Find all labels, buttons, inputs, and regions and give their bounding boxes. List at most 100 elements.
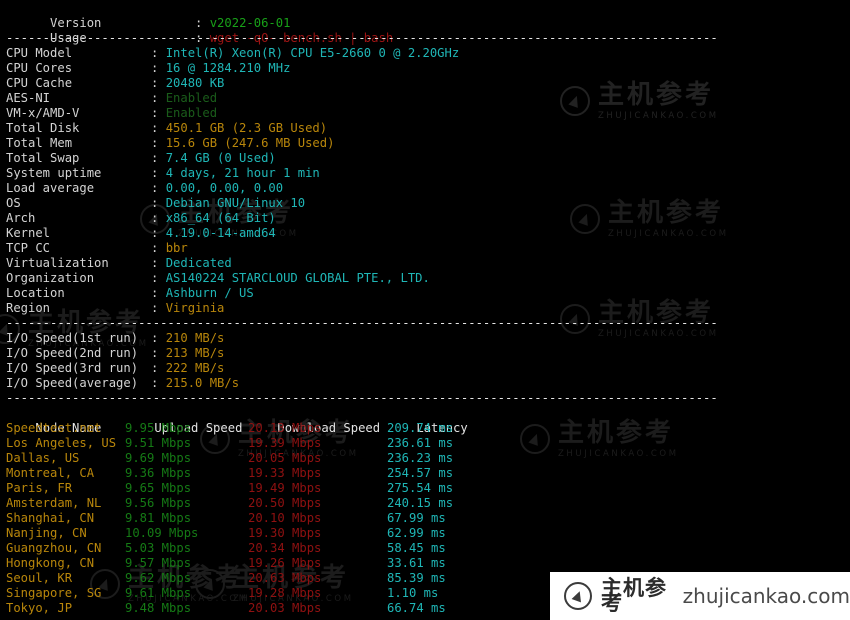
- cell-download-speed: 20.03 Mbps: [248, 601, 322, 615]
- cell-download-speed: 19.33 Mbps: [248, 466, 322, 480]
- row-colon: :: [151, 76, 166, 90]
- info-row: System uptime: 4 days, 21 hour 1 min: [6, 166, 850, 181]
- cell-download-speed: 19.26 Mbps: [248, 556, 322, 570]
- row-value: 213 MB/s: [165, 346, 225, 360]
- row-value: 16 @ 1284.210 MHz: [165, 61, 291, 75]
- cell-upload-speed: 9.62 Mbps: [125, 571, 192, 585]
- cell-upload-speed: 9.57 Mbps: [125, 556, 192, 570]
- row-value: 7.4 GB (0 Used): [165, 151, 276, 165]
- row-label: Total Mem: [6, 136, 73, 150]
- separator-line: ----------------------------------------…: [6, 391, 718, 405]
- cell-latency: 254.57 ms: [387, 466, 454, 480]
- cell-latency: 66.74 ms: [387, 601, 446, 615]
- row-colon: :: [151, 196, 166, 210]
- cell-node-name: Amsterdam, NL: [6, 496, 102, 510]
- row-colon: :: [151, 376, 166, 390]
- cell-download-speed: 19.39 Mbps: [248, 436, 322, 450]
- cell-download-speed: 20.63 Mbps: [248, 571, 322, 585]
- row-colon: :: [151, 46, 166, 60]
- cell-latency: 58.45 ms: [387, 541, 446, 555]
- table-row: Nanjing, CN 10.09 Mbps 19.30 Mbps 62.99 ms: [6, 526, 850, 541]
- table-row: Dallas, US 9.69 Mbps 20.05 Mbps 236.23 ms: [6, 451, 850, 466]
- row-label: CPU Cores: [6, 61, 73, 75]
- cell-node-name: Tokyo, JP: [6, 601, 73, 615]
- info-row: Virtualization: Dedicated: [6, 256, 850, 271]
- row-value: 450.1 GB (2.3 GB Used): [165, 121, 328, 135]
- separator-line: ----------------------------------------…: [6, 31, 718, 45]
- row-value: 4 days, 21 hour 1 min: [165, 166, 320, 180]
- cell-upload-speed: 9.61 Mbps: [125, 586, 192, 600]
- info-row: TCP CC: bbr: [6, 241, 850, 256]
- system-info-block: CPU Model: Intel(R) Xeon(R) CPU E5-2660 …: [6, 46, 850, 316]
- cell-node-name: Hongkong, CN: [6, 556, 95, 570]
- io-speed-block: I/O Speed(1st run): 210 MB/s I/O Speed(2n…: [6, 331, 850, 391]
- row-label: CPU Model: [6, 46, 73, 60]
- cell-upload-speed: 5.03 Mbps: [125, 541, 192, 555]
- info-row: CPU Model: Intel(R) Xeon(R) CPU E5-2660 …: [6, 46, 850, 61]
- row-colon: :: [151, 241, 166, 255]
- cell-upload-speed: 9.51 Mbps: [125, 436, 192, 450]
- row-colon: :: [151, 91, 166, 105]
- cell-latency: 209.74 ms: [387, 421, 454, 435]
- table-row: Montreal, CA 9.36 Mbps 19.33 Mbps 254.57 ms: [6, 466, 850, 481]
- table-row: Los Angeles, US 9.51 Mbps 19.39 Mbps 236.61…: [6, 436, 850, 451]
- row-colon: :: [151, 181, 166, 195]
- info-row: Location: Ashburn / US: [6, 286, 850, 301]
- row-colon: :: [151, 226, 166, 240]
- row-colon: :: [151, 361, 166, 375]
- cell-latency: 67.99 ms: [387, 511, 446, 525]
- row-colon: :: [151, 166, 166, 180]
- row-colon: :: [151, 331, 166, 345]
- info-row: OS: Debian GNU/Linux 10: [6, 196, 850, 211]
- badge-cn-text: 主机参考: [601, 576, 667, 615]
- info-row: CPU Cores: 16 @ 1284.210 MHz: [6, 61, 850, 76]
- row-label: I/O Speed(2nd run): [6, 346, 139, 360]
- row-value: Ashburn / US: [165, 286, 254, 300]
- info-row: Arch: x86_64 (64 Bit): [6, 211, 850, 226]
- row-label: System uptime: [6, 166, 102, 180]
- badge-url-text: zhujicankao.com: [682, 583, 850, 608]
- row-colon: :: [151, 151, 166, 165]
- info-row: Version: v2022-06-01: [50, 16, 291, 30]
- row-label: AES-NI: [6, 91, 51, 105]
- info-row: Region: Virginia: [6, 301, 850, 316]
- separator-line: ----------------------------------------…: [6, 316, 718, 330]
- row-label: Kernel: [6, 226, 51, 240]
- row-label: Arch: [6, 211, 36, 225]
- terminal-output: Version: v2022-06-01 Usage: wget -qO- be…: [0, 0, 850, 616]
- cell-download-speed: 20.13 Mbps: [248, 421, 322, 435]
- row-label: Region: [6, 301, 51, 315]
- cell-upload-speed: 9.65 Mbps: [125, 481, 192, 495]
- cell-upload-speed: 10.09 Mbps: [125, 526, 199, 540]
- row-colon: :: [151, 301, 166, 315]
- cell-latency: 240.15 ms: [387, 496, 454, 510]
- cell-node-name: Paris, FR: [6, 481, 73, 495]
- row-label: TCP CC: [6, 241, 51, 255]
- row-colon: :: [151, 121, 166, 135]
- row-value: 222 MB/s: [165, 361, 225, 375]
- row-value: AS140224 STARCLOUD GLOBAL PTE., LTD.: [165, 271, 430, 285]
- cell-latency: 85.39 ms: [387, 571, 446, 585]
- table-row: Speedtest.net 9.95 Mbps 20.13 Mbps 209.74 m…: [6, 421, 850, 436]
- row-label: OS: [6, 196, 21, 210]
- cell-download-speed: 19.49 Mbps: [248, 481, 322, 495]
- watermark-badge: 主机参考 zhujicankao.com: [550, 572, 850, 620]
- row-colon: :: [151, 286, 166, 300]
- row-value: 15.6 GB (247.6 MB Used): [165, 136, 335, 150]
- row-value: Dedicated: [165, 256, 232, 270]
- info-row: I/O Speed(1st run): 210 MB/s: [6, 331, 850, 346]
- table-row: Guangzhou, CN 5.03 Mbps 20.34 Mbps 58.45 ms: [6, 541, 850, 556]
- info-row: Organization: AS140224 STARCLOUD GLOBAL …: [6, 271, 850, 286]
- cell-latency: 275.54 ms: [387, 481, 454, 495]
- row-value: Intel(R) Xeon(R) CPU E5-2660 0 @ 2.20GHz: [165, 46, 460, 60]
- cell-download-speed: 20.50 Mbps: [248, 496, 322, 510]
- cell-latency: 236.61 ms: [387, 436, 454, 450]
- table-row: Paris, FR 9.65 Mbps 19.49 Mbps 275.54 ms: [6, 481, 850, 496]
- cell-latency: 62.99 ms: [387, 526, 446, 540]
- row-label: Virtualization: [6, 256, 109, 270]
- cell-upload-speed: 9.36 Mbps: [125, 466, 192, 480]
- header-block: Version: v2022-06-01 Usage: wget -qO- be…: [6, 1, 850, 45]
- row-label: I/O Speed(3rd run): [6, 361, 139, 375]
- cell-node-name: Shanghai, CN: [6, 511, 95, 525]
- cell-node-name: Dallas, US: [6, 451, 80, 465]
